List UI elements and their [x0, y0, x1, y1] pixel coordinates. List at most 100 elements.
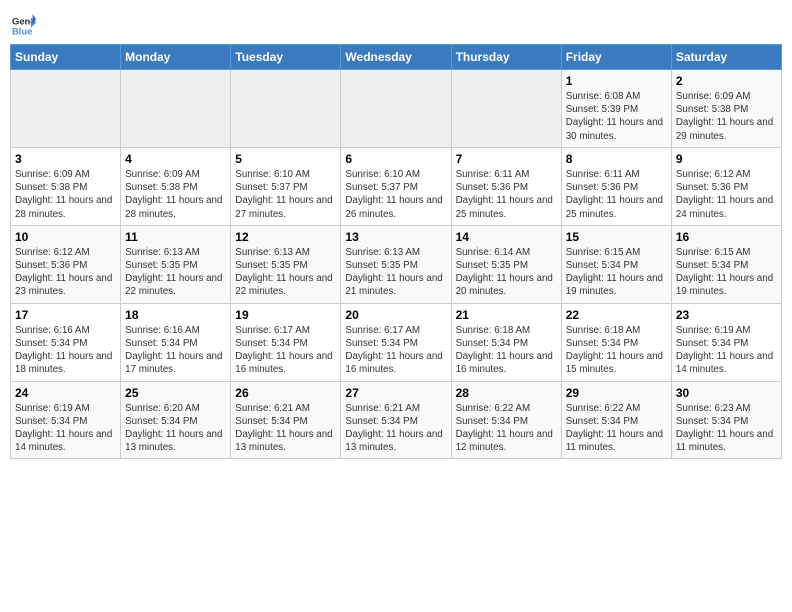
weekday-header: Saturday [671, 45, 781, 70]
day-number: 30 [676, 386, 777, 400]
day-number: 18 [125, 308, 226, 322]
day-number: 10 [15, 230, 116, 244]
day-info: Sunrise: 6:22 AM Sunset: 5:34 PM Dayligh… [566, 402, 667, 455]
day-info: Sunrise: 6:15 AM Sunset: 5:34 PM Dayligh… [566, 246, 667, 299]
day-info: Sunrise: 6:12 AM Sunset: 5:36 PM Dayligh… [676, 168, 777, 221]
day-info: Sunrise: 6:13 AM Sunset: 5:35 PM Dayligh… [125, 246, 226, 299]
calendar-cell: 7 Sunrise: 6:11 AM Sunset: 5:36 PM Daylig… [451, 147, 561, 225]
day-info: Sunrise: 6:18 AM Sunset: 5:34 PM Dayligh… [566, 324, 667, 377]
calendar-week-row: 1 Sunrise: 6:08 AM Sunset: 5:39 PM Daylig… [11, 70, 782, 148]
day-number: 5 [235, 152, 336, 166]
calendar-cell: 13Sunrise: 6:13 AM Sunset: 5:35 PM Dayli… [341, 225, 451, 303]
calendar-cell: 8 Sunrise: 6:11 AM Sunset: 5:36 PM Daylig… [561, 147, 671, 225]
logo-icon: General Blue [12, 14, 36, 38]
day-number: 2 [676, 74, 777, 88]
calendar-cell [121, 70, 231, 148]
day-info: Sunrise: 6:21 AM Sunset: 5:34 PM Dayligh… [345, 402, 446, 455]
day-number: 24 [15, 386, 116, 400]
day-info: Sunrise: 6:19 AM Sunset: 5:34 PM Dayligh… [15, 402, 116, 455]
day-info: Sunrise: 6:13 AM Sunset: 5:35 PM Dayligh… [235, 246, 336, 299]
logo: General Blue [10, 14, 40, 38]
calendar-week-row: 24 Sunrise: 6:19 AM Sunset: 5:34 PM Dayli… [11, 381, 782, 459]
calendar-body: 1 Sunrise: 6:08 AM Sunset: 5:39 PM Daylig… [11, 70, 782, 459]
weekday-header: Thursday [451, 45, 561, 70]
day-info: Sunrise: 6:22 AM Sunset: 5:34 PM Dayligh… [456, 402, 557, 455]
header: General Blue [10, 10, 782, 38]
day-number: 22 [566, 308, 667, 322]
day-number: 13 [345, 230, 446, 244]
calendar-cell: 17 Sunrise: 6:16 AM Sunset: 5:34 PM Dayli… [11, 303, 121, 381]
day-info: Sunrise: 6:09 AM Sunset: 5:38 PM Dayligh… [125, 168, 226, 221]
day-number: 16 [676, 230, 777, 244]
calendar-week-row: 3 Sunrise: 6:09 AM Sunset: 5:38 PM Daylig… [11, 147, 782, 225]
calendar-week-row: 17 Sunrise: 6:16 AM Sunset: 5:34 PM Dayli… [11, 303, 782, 381]
day-info: Sunrise: 6:18 AM Sunset: 5:34 PM Dayligh… [456, 324, 557, 377]
day-number: 23 [676, 308, 777, 322]
calendar-cell: 26Sunrise: 6:21 AM Sunset: 5:34 PM Dayli… [231, 381, 341, 459]
calendar-cell: 28 Sunrise: 6:22 AM Sunset: 5:34 PM Dayli… [451, 381, 561, 459]
calendar-cell: 21 Sunrise: 6:18 AM Sunset: 5:34 PM Dayli… [451, 303, 561, 381]
day-number: 8 [566, 152, 667, 166]
weekday-header: Monday [121, 45, 231, 70]
calendar-cell: 6 Sunrise: 6:10 AM Sunset: 5:37 PM Daylig… [341, 147, 451, 225]
day-number: 3 [15, 152, 116, 166]
day-info: Sunrise: 6:08 AM Sunset: 5:39 PM Dayligh… [566, 90, 667, 143]
day-info: Sunrise: 6:20 AM Sunset: 5:34 PM Dayligh… [125, 402, 226, 455]
calendar-cell [341, 70, 451, 148]
day-number: 17 [15, 308, 116, 322]
day-number: 25 [125, 386, 226, 400]
weekday-header: Friday [561, 45, 671, 70]
calendar-header: SundayMondayTuesdayWednesdayThursdayFrid… [11, 45, 782, 70]
calendar-cell: 25 Sunrise: 6:20 AM Sunset: 5:34 PM Dayli… [121, 381, 231, 459]
day-number: 28 [456, 386, 557, 400]
day-number: 19 [235, 308, 336, 322]
day-info: Sunrise: 6:15 AM Sunset: 5:34 PM Dayligh… [676, 246, 777, 299]
calendar-cell: 16 Sunrise: 6:15 AM Sunset: 5:34 PM Dayli… [671, 225, 781, 303]
day-info: Sunrise: 6:17 AM Sunset: 5:34 PM Dayligh… [345, 324, 446, 377]
calendar-cell: 24 Sunrise: 6:19 AM Sunset: 5:34 PM Dayli… [11, 381, 121, 459]
day-info: Sunrise: 6:12 AM Sunset: 5:36 PM Dayligh… [15, 246, 116, 299]
day-number: 9 [676, 152, 777, 166]
calendar-cell: 29 Sunrise: 6:22 AM Sunset: 5:34 PM Dayli… [561, 381, 671, 459]
calendar-cell: 4 Sunrise: 6:09 AM Sunset: 5:38 PM Daylig… [121, 147, 231, 225]
day-info: Sunrise: 6:17 AM Sunset: 5:34 PM Dayligh… [235, 324, 336, 377]
calendar-table: SundayMondayTuesdayWednesdayThursdayFrid… [10, 44, 782, 459]
day-number: 6 [345, 152, 446, 166]
day-info: Sunrise: 6:14 AM Sunset: 5:35 PM Dayligh… [456, 246, 557, 299]
weekday-header: Sunday [11, 45, 121, 70]
day-info: Sunrise: 6:11 AM Sunset: 5:36 PM Dayligh… [566, 168, 667, 221]
day-info: Sunrise: 6:10 AM Sunset: 5:37 PM Dayligh… [235, 168, 336, 221]
calendar-cell: 30 Sunrise: 6:23 AM Sunset: 5:34 PM Dayli… [671, 381, 781, 459]
day-number: 14 [456, 230, 557, 244]
calendar-cell: 15 Sunrise: 6:15 AM Sunset: 5:34 PM Dayli… [561, 225, 671, 303]
day-number: 27 [345, 386, 446, 400]
day-info: Sunrise: 6:09 AM Sunset: 5:38 PM Dayligh… [15, 168, 116, 221]
day-number: 1 [566, 74, 667, 88]
day-number: 20 [345, 308, 446, 322]
day-number: 4 [125, 152, 226, 166]
svg-text:Blue: Blue [12, 26, 32, 37]
day-info: Sunrise: 6:11 AM Sunset: 5:36 PM Dayligh… [456, 168, 557, 221]
day-number: 21 [456, 308, 557, 322]
day-info: Sunrise: 6:23 AM Sunset: 5:34 PM Dayligh… [676, 402, 777, 455]
weekday-header: Tuesday [231, 45, 341, 70]
calendar-cell: 27 Sunrise: 6:21 AM Sunset: 5:34 PM Dayli… [341, 381, 451, 459]
day-number: 15 [566, 230, 667, 244]
day-info: Sunrise: 6:19 AM Sunset: 5:34 PM Dayligh… [676, 324, 777, 377]
calendar-cell: 14 Sunrise: 6:14 AM Sunset: 5:35 PM Dayli… [451, 225, 561, 303]
day-number: 12 [235, 230, 336, 244]
calendar-cell: 1 Sunrise: 6:08 AM Sunset: 5:39 PM Daylig… [561, 70, 671, 148]
day-number: 7 [456, 152, 557, 166]
calendar-cell: 20 Sunrise: 6:17 AM Sunset: 5:34 PM Dayli… [341, 303, 451, 381]
day-number: 29 [566, 386, 667, 400]
calendar-cell: 9 Sunrise: 6:12 AM Sunset: 5:36 PM Daylig… [671, 147, 781, 225]
calendar-cell [231, 70, 341, 148]
day-info: Sunrise: 6:10 AM Sunset: 5:37 PM Dayligh… [345, 168, 446, 221]
day-info: Sunrise: 6:16 AM Sunset: 5:34 PM Dayligh… [15, 324, 116, 377]
calendar-cell: 5 Sunrise: 6:10 AM Sunset: 5:37 PM Daylig… [231, 147, 341, 225]
weekday-row: SundayMondayTuesdayWednesdayThursdayFrid… [11, 45, 782, 70]
calendar-cell: 22 Sunrise: 6:18 AM Sunset: 5:34 PM Dayli… [561, 303, 671, 381]
day-info: Sunrise: 6:09 AM Sunset: 5:38 PM Dayligh… [676, 90, 777, 143]
calendar-cell: 23 Sunrise: 6:19 AM Sunset: 5:34 PM Dayli… [671, 303, 781, 381]
calendar-cell [451, 70, 561, 148]
